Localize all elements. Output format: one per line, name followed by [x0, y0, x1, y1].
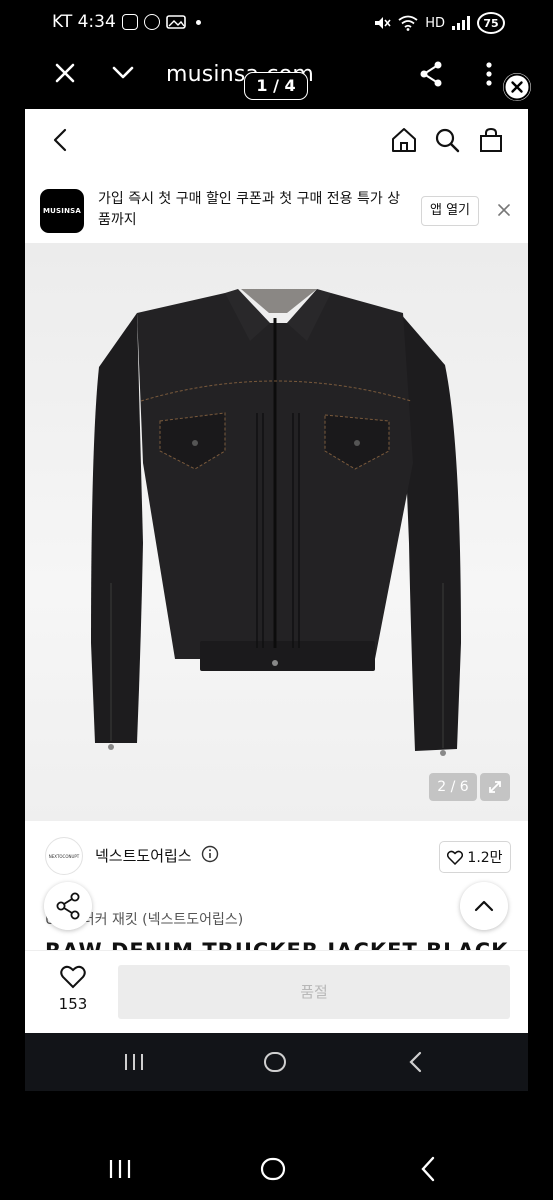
battery-icon: 75: [477, 12, 505, 34]
jacket-image: [91, 289, 461, 756]
app-screen: MUSINSA 가입 즉시 첫 구매 할인 쿠폰과 첫 구매 전용 특가 상품까…: [25, 109, 528, 1033]
wish-count: 153: [58, 995, 88, 1013]
heart-icon: [60, 965, 86, 989]
search-icon[interactable]: [433, 126, 461, 154]
viewer-image-counter: 1 / 4: [244, 72, 308, 100]
screenshot-icon: [121, 14, 138, 30]
expand-icon[interactable]: [480, 773, 510, 801]
home-button-icon[interactable]: [263, 1050, 287, 1074]
home-icon[interactable]: [390, 126, 418, 154]
soldout-button[interactable]: 품절: [118, 965, 510, 1019]
back-button-icon[interactable]: [418, 1156, 438, 1182]
brand-row: NEXTOCONUPT 넥스트도어립스 1.2만: [25, 829, 528, 885]
system-nav-bar: [0, 1140, 553, 1200]
product-image[interactable]: 2 / 6: [25, 243, 528, 821]
network-label: HD: [425, 15, 445, 31]
banner-close-icon[interactable]: [495, 201, 513, 219]
brand-like-count: 1.2만: [467, 850, 503, 866]
image-counter: 2 / 6: [429, 773, 477, 801]
status-left: KT 4:34: [52, 12, 201, 32]
close-icon[interactable]: [50, 58, 80, 88]
recent-apps-icon[interactable]: [123, 1052, 145, 1072]
status-bar: KT 4:34 HD 75: [0, 0, 553, 46]
musinsa-logo: MUSINSA: [40, 189, 84, 233]
chevron-down-icon[interactable]: [108, 58, 138, 88]
app-install-banner: MUSINSA 가입 즉시 첫 구매 할인 쿠폰과 첫 구매 전용 특가 상품까…: [25, 181, 528, 241]
share-icon[interactable]: [416, 59, 446, 89]
more-options-icon[interactable]: [474, 59, 504, 89]
scroll-top-icon[interactable]: [460, 882, 508, 930]
app-header: [25, 109, 528, 173]
wifi-icon: [398, 15, 418, 31]
brand-like-button[interactable]: 1.2만: [439, 841, 511, 873]
carrier-time: KT 4:34: [52, 12, 116, 32]
chat-icon: [143, 14, 160, 30]
heart-outline-icon: [447, 850, 464, 865]
close-viewer-icon[interactable]: [503, 73, 531, 101]
inner-nav-bar: [25, 1033, 528, 1091]
open-app-button[interactable]: 앱 열기: [421, 196, 479, 226]
promo-text: 가입 즉시 첫 구매 할인 쿠폰과 첫 구매 전용 특가 상품까지: [98, 191, 401, 228]
brand-logo[interactable]: NEXTOCONUPT: [45, 837, 83, 875]
status-right: HD 75: [373, 12, 505, 34]
notification-dot-icon: [195, 19, 201, 25]
breadcrumb-category[interactable]: 트러커 재킷 (넥스트도어립스): [69, 912, 243, 928]
info-icon[interactable]: [201, 845, 219, 863]
mute-icon: [375, 17, 391, 29]
back-button-icon[interactable]: [407, 1051, 425, 1073]
share-fab-icon[interactable]: [44, 882, 92, 930]
purchase-bar: 153 품절: [25, 950, 528, 1033]
signal-icon: [452, 16, 470, 30]
home-button-icon[interactable]: [260, 1156, 286, 1182]
recent-apps-icon[interactable]: [108, 1158, 132, 1180]
brand-name[interactable]: 넥스트도어립스: [95, 845, 192, 866]
back-icon[interactable]: [47, 126, 75, 154]
gallery-icon: [165, 15, 186, 29]
cart-icon[interactable]: [477, 126, 505, 154]
wish-button[interactable]: 153: [49, 965, 97, 1021]
